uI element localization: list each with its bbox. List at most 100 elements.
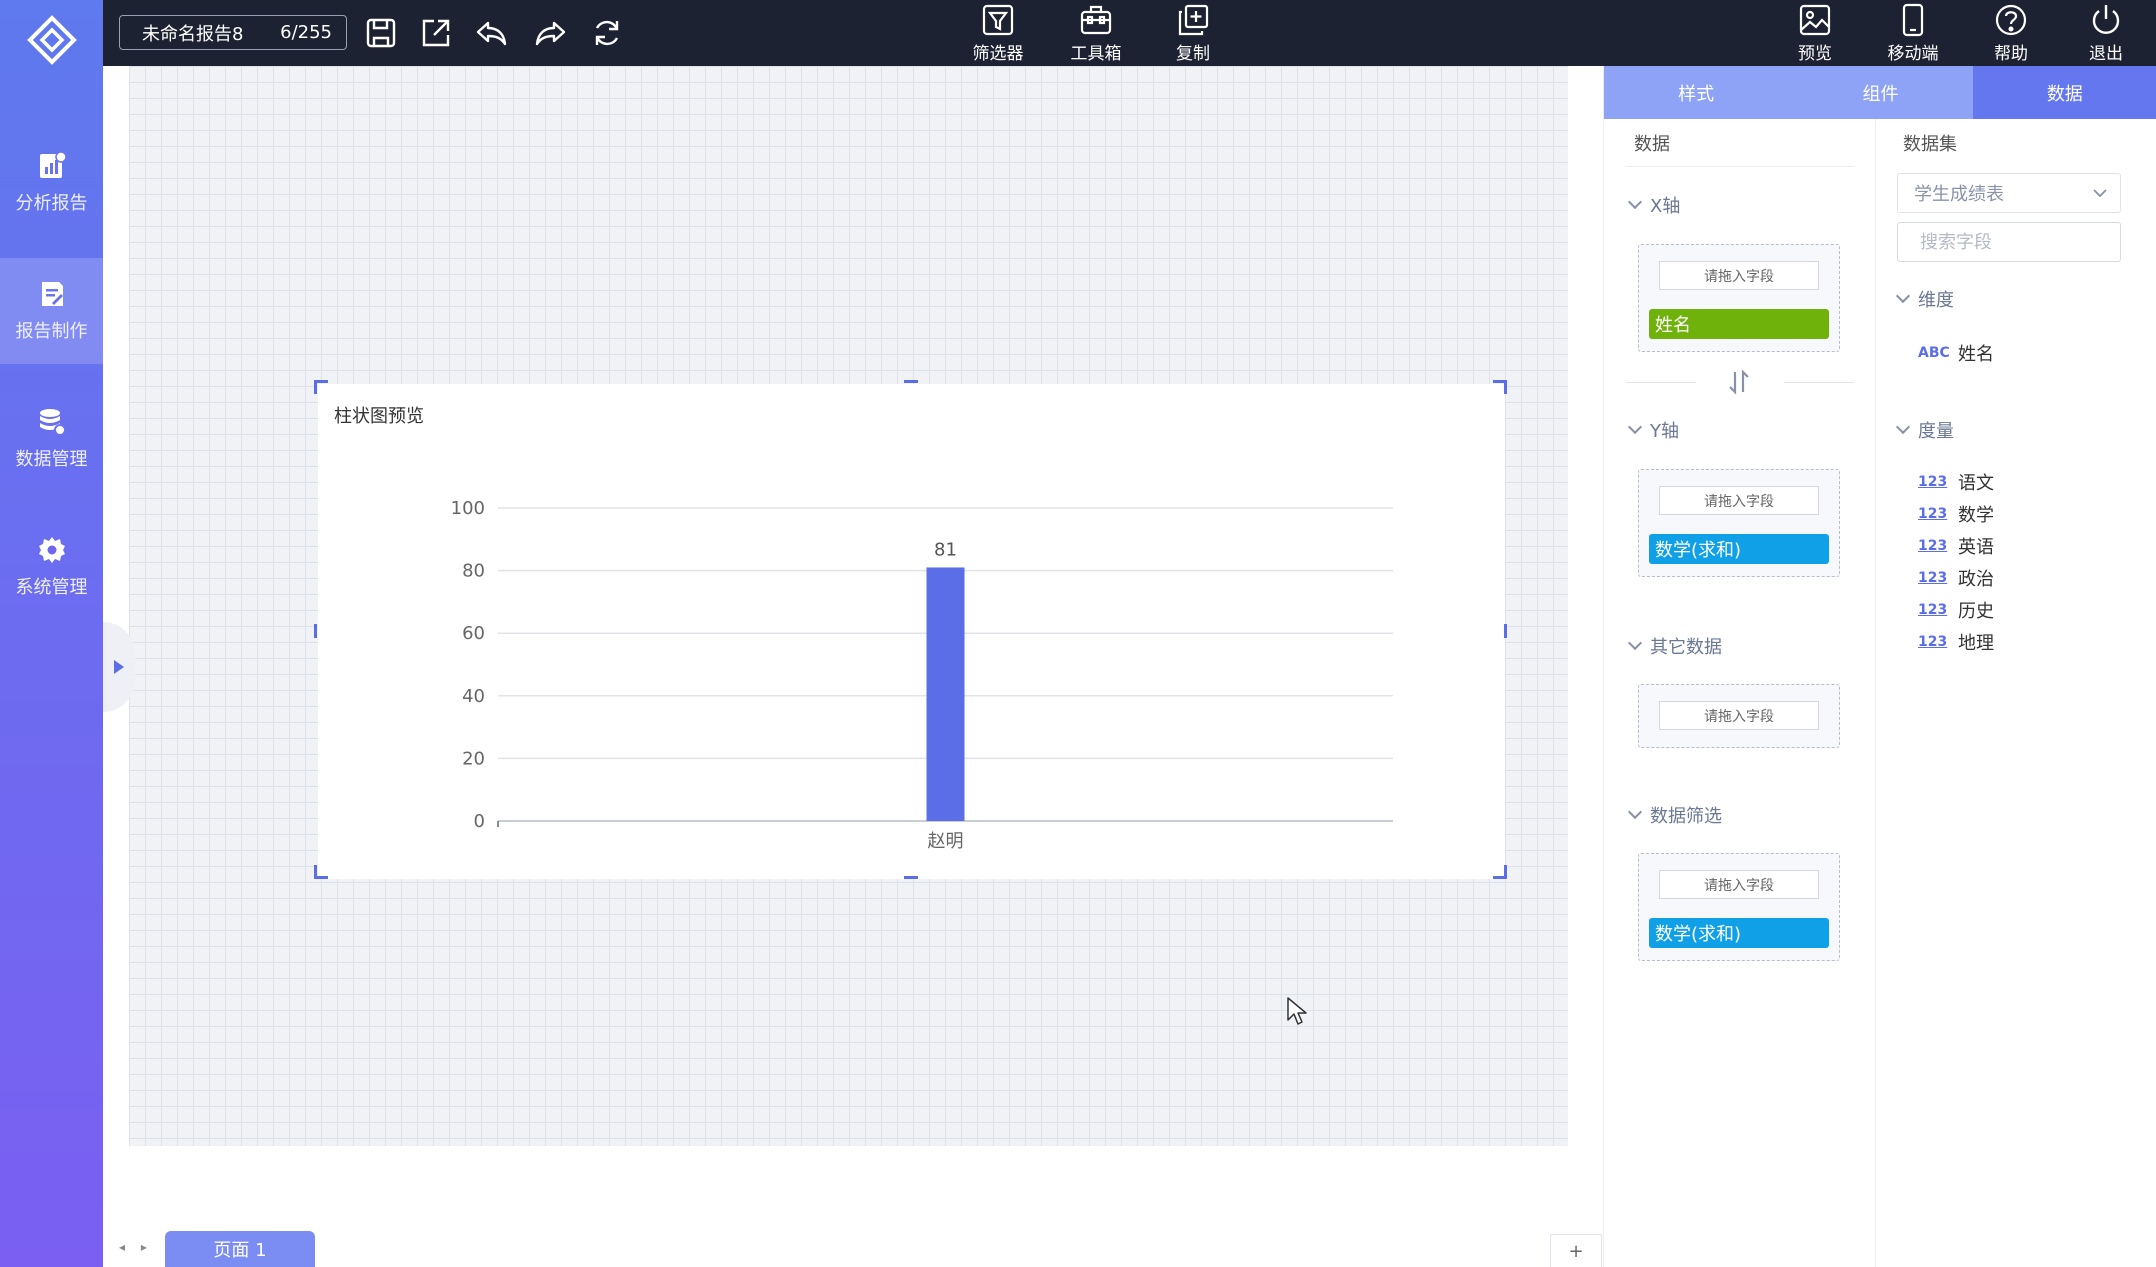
x-tick-label: 赵明 <box>928 831 964 852</box>
resize-handle-top[interactable] <box>904 380 918 383</box>
sidebar-item-report-edit[interactable]: 报告制作 <box>0 258 103 364</box>
mouse-cursor-icon <box>1287 997 1307 1025</box>
dataset-select-value: 学生成绩表 <box>1914 184 2004 205</box>
field-search-input[interactable] <box>1897 222 2121 262</box>
y-tick-label: 20 <box>462 748 485 769</box>
swap-axes-icon[interactable] <box>1726 369 1752 395</box>
sidebar-item-analysis-report[interactable]: 分析报告 <box>0 130 103 236</box>
power-icon <box>2092 4 2120 34</box>
dimension-field-item[interactable]: ABC 姓名 <box>1918 340 1994 366</box>
measure-field-item[interactable]: 123 英语 <box>1918 533 1994 559</box>
data-column-header: 数据 <box>1634 134 1670 155</box>
y-tick-label: 0 <box>474 811 485 832</box>
resize-handle-bottom-left-v[interactable] <box>314 865 317 879</box>
x-axis-section-toggle[interactable]: X轴 <box>1627 192 1680 218</box>
column-divider <box>1875 119 1876 1267</box>
divider <box>1626 166 1854 167</box>
database-settings-icon <box>39 409 66 436</box>
other-data-section-toggle[interactable]: 其它数据 <box>1627 633 1722 659</box>
report-edit-icon <box>41 282 63 306</box>
y-tick-label: 40 <box>462 686 485 707</box>
help-button[interactable]: 帮助 <box>1976 0 2046 66</box>
resize-handle-top-right-v[interactable] <box>1504 380 1507 394</box>
y-axis-section-toggle[interactable]: Y轴 <box>1627 417 1679 443</box>
mobile-button-label: 移动端 <box>1887 43 1939 64</box>
chevron-down-icon <box>1627 635 1643 651</box>
report-canvas[interactable]: 柱状图预览 0 20 40 60 80 100 81 赵明 <box>129 66 1568 1146</box>
number-type-icon: 123 <box>1918 602 1948 618</box>
tab-component[interactable]: 组件 <box>1788 66 1972 119</box>
x-axis-drop-zone[interactable]: 请拖入字段 姓名 <box>1638 244 1840 352</box>
undo-button[interactable] <box>471 13 511 53</box>
undo-icon <box>476 21 507 46</box>
page-tab-1[interactable]: 页面 1 <box>165 1231 315 1267</box>
x-axis-field-chip[interactable]: 姓名 <box>1649 309 1829 339</box>
data-filter-section-toggle[interactable]: 数据筛选 <box>1627 802 1722 828</box>
data-filter-drop-zone[interactable]: 请拖入字段 数学(求和) <box>1638 853 1840 961</box>
measure-field-item[interactable]: 123 数学 <box>1918 501 1994 527</box>
sidebar-item-label: 数据管理 <box>15 449 88 470</box>
number-type-icon: 123 <box>1918 538 1948 554</box>
preview-image-icon <box>1799 4 1831 35</box>
copy-button[interactable]: 复制 <box>1153 0 1233 66</box>
chevron-down-icon <box>1627 194 1643 210</box>
y-tick-label: 60 <box>462 623 485 644</box>
report-name-input[interactable]: 未命名报告8 6/255 <box>119 15 347 50</box>
field-name: 数学 <box>1958 505 1994 526</box>
dimension-label: 维度 <box>1918 290 1954 311</box>
tab-data[interactable]: 数据 <box>1972 66 2156 119</box>
bar-chart-widget[interactable]: 柱状图预览 0 20 40 60 80 100 81 赵明 <box>318 384 1505 879</box>
save-button[interactable] <box>361 13 401 53</box>
field-name: 姓名 <box>1958 344 1994 365</box>
measure-field-item[interactable]: 123 地理 <box>1918 629 1994 655</box>
toolbox-icon <box>1080 5 1112 34</box>
measure-section-toggle[interactable]: 度量 <box>1895 417 1954 443</box>
other-data-label: 其它数据 <box>1650 637 1722 658</box>
resize-handle-right[interactable] <box>1504 624 1507 638</box>
other-data-drop-placeholder: 请拖入字段 <box>1659 701 1819 730</box>
text-type-icon: ABC <box>1918 345 1950 361</box>
logout-button-label: 退出 <box>2089 43 2123 64</box>
y-axis-field-chip[interactable]: 数学(求和) <box>1649 534 1829 564</box>
data-filter-drop-placeholder: 请拖入字段 <box>1659 870 1819 899</box>
gear-icon <box>38 537 65 563</box>
y-axis-drop-zone[interactable]: 请拖入字段 数学(求和) <box>1638 469 1840 577</box>
resize-handle-top-left-v[interactable] <box>314 380 317 394</box>
measure-field-item[interactable]: 123 语文 <box>1918 469 1994 495</box>
resize-handle-left[interactable] <box>314 624 317 638</box>
redo-button[interactable] <box>531 13 571 53</box>
chevron-down-icon <box>1627 804 1643 820</box>
chevron-down-icon <box>1627 419 1643 435</box>
chevron-down-icon <box>1895 419 1911 435</box>
external-share-icon <box>422 19 450 47</box>
page-scroll-arrows[interactable]: ◂ ▸ <box>119 1240 153 1254</box>
tab-style[interactable]: 样式 <box>1604 66 1788 119</box>
resize-handle-bottom-right-v[interactable] <box>1504 865 1507 879</box>
sidebar-item-data-management[interactable]: 数据管理 <box>0 386 103 492</box>
logout-button[interactable]: 退出 <box>2071 0 2141 66</box>
data-filter-field-chip[interactable]: 数学(求和) <box>1649 918 1829 948</box>
filter-button[interactable]: 筛选器 <box>958 0 1038 66</box>
measure-field-item[interactable]: 123 历史 <box>1918 597 1994 623</box>
data-filter-label: 数据筛选 <box>1650 806 1722 827</box>
toolbox-button[interactable]: 工具箱 <box>1056 0 1136 66</box>
dataset-select[interactable]: 学生成绩表 <box>1897 173 2121 213</box>
copy-icon <box>1178 4 1209 35</box>
bar-chart: 0 20 40 60 80 100 81 赵明 <box>451 498 1393 852</box>
other-data-drop-zone[interactable]: 请拖入字段 <box>1638 684 1840 748</box>
dimension-section-toggle[interactable]: 维度 <box>1895 286 1954 312</box>
preview-button[interactable]: 预览 <box>1780 0 1850 66</box>
add-page-button[interactable]: + <box>1550 1234 1602 1267</box>
resize-handle-bottom[interactable] <box>904 876 918 879</box>
data-label: 81 <box>934 539 957 560</box>
report-name: 未命名报告8 <box>142 23 244 45</box>
mobile-button[interactable]: 移动端 <box>1873 0 1953 66</box>
properties-panel: 样式 组件 数据 数据 X轴 请拖入字段 姓名 Y轴 请拖入字段 数学(求和) … <box>1603 66 2156 1267</box>
filter-icon <box>982 4 1014 35</box>
y-axis-label: Y轴 <box>1650 421 1679 442</box>
measure-field-item[interactable]: 123 政治 <box>1918 565 1994 591</box>
sidebar-item-system-management[interactable]: 系统管理 <box>0 514 103 620</box>
refresh-button[interactable] <box>587 13 627 53</box>
help-icon <box>1995 4 2027 35</box>
export-button[interactable] <box>416 13 456 53</box>
